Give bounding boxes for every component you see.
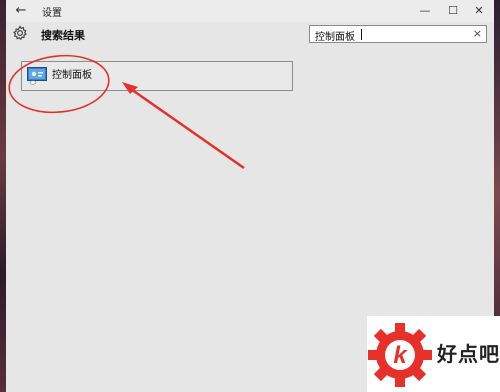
- annotation-arrow-line: [127, 85, 245, 170]
- watermark-logo-letter: k: [393, 342, 408, 369]
- highlight-circle: [8, 54, 110, 114]
- watermark-text: 好点吧: [437, 342, 500, 366]
- watermark-logo: k 好点吧: [367, 316, 500, 392]
- watermark-gear-icon: k: [368, 323, 432, 387]
